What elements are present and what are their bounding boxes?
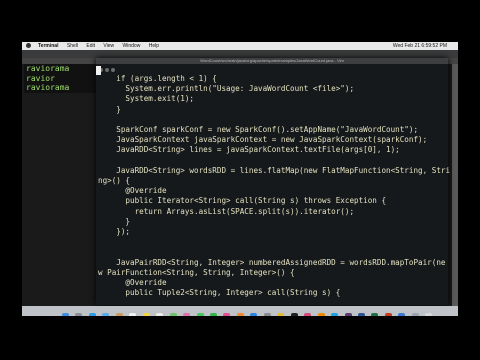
zoom-button[interactable] (111, 68, 115, 72)
code-line[interactable]: public Iterator<String> call(String s) t… (98, 196, 450, 206)
code-line[interactable]: } (98, 217, 450, 227)
safari-icon[interactable] (88, 313, 96, 316)
code-line[interactable]: System.exit(1); (98, 94, 450, 104)
code-line[interactable] (98, 237, 450, 247)
itunes-icon[interactable] (223, 313, 231, 316)
background-terminal-output: raviorama ravior raviorama (24, 64, 98, 93)
facetime-icon[interactable] (209, 313, 217, 316)
menu-edit[interactable]: Edit (86, 43, 95, 49)
menu-app-name[interactable]: Terminal (38, 43, 58, 49)
code-line[interactable]: JavaPairRDD<String, Integer> numberedAss… (98, 258, 450, 268)
app-store-icon[interactable] (250, 313, 258, 316)
code-area[interactable]: if (args.length < 1) { System.err.printl… (98, 74, 450, 298)
menu-bar: Terminal Shell Edit View Window Help Wed… (22, 42, 458, 50)
skype-icon[interactable] (331, 313, 339, 316)
code-line[interactable] (98, 247, 450, 257)
dock (22, 306, 458, 316)
code-line[interactable]: }); (98, 227, 450, 237)
code-line[interactable]: @Override (98, 278, 450, 288)
menu-window[interactable]: Window (123, 43, 141, 49)
code-line[interactable] (98, 156, 450, 166)
calendar-icon[interactable] (129, 313, 137, 316)
code-line[interactable]: w PairFunction<String, String, Integer>(… (98, 268, 450, 278)
code-line[interactable]: JavaSparkContext javaSparkContext = new … (98, 135, 450, 145)
contacts-icon[interactable] (115, 313, 123, 316)
code-line[interactable]: ng>() { (98, 176, 450, 186)
slack-icon[interactable] (344, 313, 352, 316)
downloads-stack-icon[interactable] (411, 313, 419, 316)
code-line[interactable]: JavaRDD<String> lines = javaSparkContext… (98, 145, 450, 155)
terminal-icon[interactable] (290, 313, 298, 316)
maps-icon[interactable] (169, 313, 177, 316)
photos-icon[interactable] (183, 313, 191, 316)
code-line[interactable]: @Override (98, 186, 450, 196)
minimize-button[interactable] (105, 68, 109, 72)
menu-clock[interactable]: Wed Feb 21 6:59:52 PM (393, 42, 447, 50)
reminders-icon[interactable] (156, 313, 164, 316)
code-line[interactable]: } (98, 105, 450, 115)
finder-icon[interactable] (62, 313, 69, 316)
menu-view[interactable]: View (103, 43, 114, 49)
code-line[interactable]: return Arrays.asList(SPACE.split(s)).ite… (98, 207, 450, 217)
vlc-icon[interactable] (317, 313, 325, 316)
system-preferences-icon[interactable] (263, 313, 271, 316)
code-line[interactable]: public Tuple2<String, Integer> call(Stri… (98, 288, 450, 298)
trash-icon[interactable] (425, 313, 433, 316)
mail-icon[interactable] (102, 313, 110, 316)
launchpad-icon[interactable] (75, 313, 83, 316)
dock-icons (62, 307, 434, 316)
intellij-icon[interactable] (304, 313, 312, 316)
menu-help[interactable]: Help (149, 43, 159, 49)
menu-shell[interactable]: Shell (67, 43, 78, 49)
code-line[interactable] (98, 115, 450, 125)
excel-icon[interactable] (371, 313, 379, 316)
chrome-icon[interactable] (277, 313, 285, 316)
word-icon[interactable] (357, 313, 365, 316)
editor-title[interactable]: WordCount/src/main/java/org/apache/spark… (96, 58, 448, 64)
ibooks-icon[interactable] (236, 313, 244, 316)
terminal-line: raviorama (24, 83, 98, 93)
code-line[interactable]: SparkConf sparkConf = new SparkConf().se… (98, 125, 450, 135)
powerpoint-icon[interactable] (384, 313, 392, 316)
desktop-screen: Terminal Shell Edit View Window Help Wed… (22, 42, 458, 316)
terminal-line: raviorama (24, 64, 98, 74)
xcode-icon[interactable] (398, 313, 406, 316)
messages-icon[interactable] (196, 313, 204, 316)
code-line[interactable]: System.err.println("Usage: JavaWordCount… (98, 84, 450, 94)
background-terminal-titlebar[interactable] (22, 50, 458, 58)
window-edge-strip (452, 64, 458, 314)
code-line[interactable]: JavaRDD<String> wordsRDD = lines.flatMap… (98, 166, 450, 176)
notes-icon[interactable] (142, 313, 150, 316)
apple-icon[interactable] (26, 43, 31, 49)
code-line[interactable]: if (args.length < 1) { (98, 74, 450, 84)
vim-editor-window[interactable]: WordCount/src/main/java/org/apache/spark… (96, 58, 450, 305)
terminal-line: ravior (24, 73, 98, 83)
